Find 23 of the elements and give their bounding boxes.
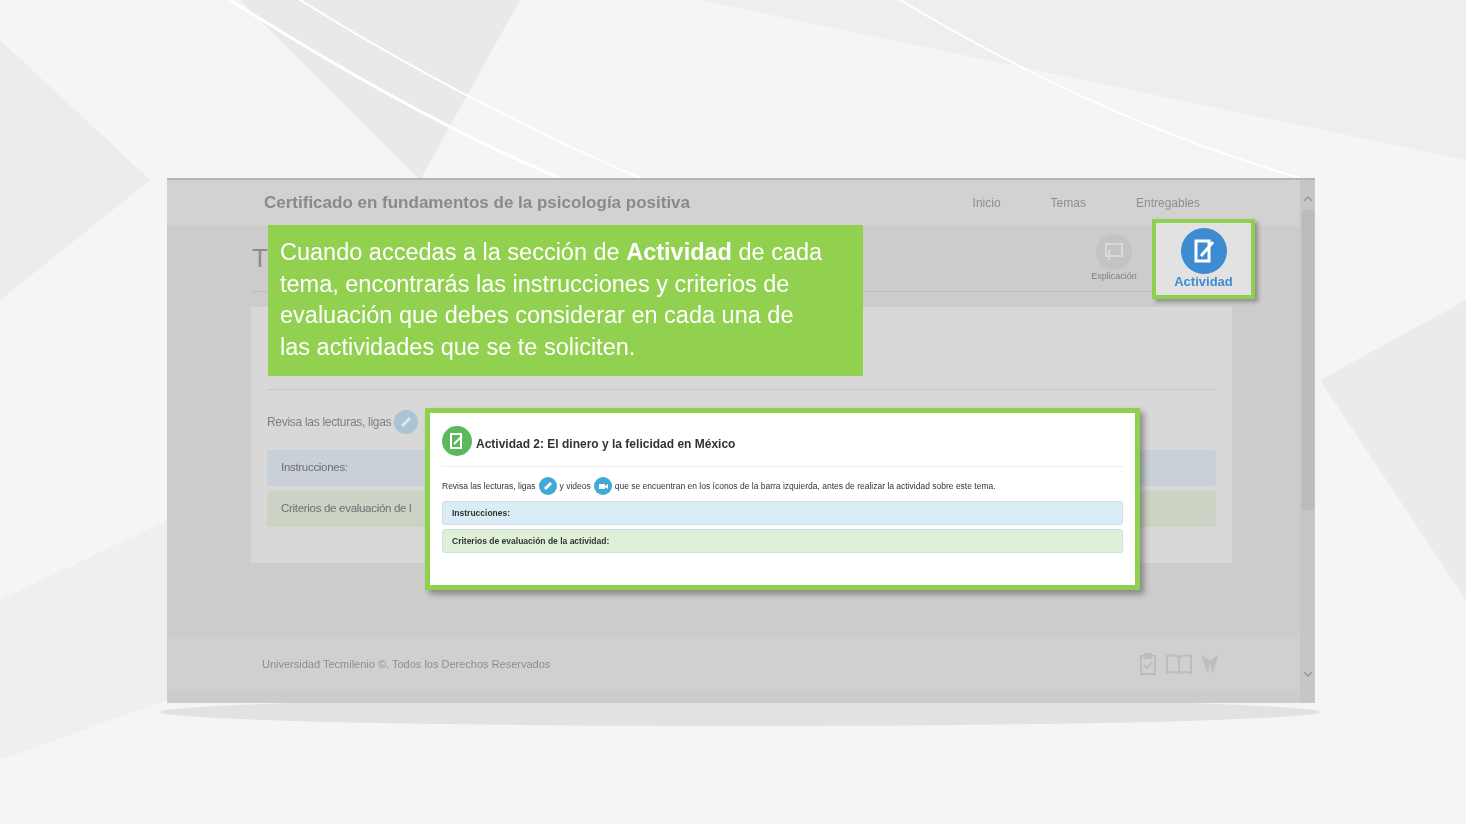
- scroll-up-icon[interactable]: [1302, 196, 1313, 202]
- intro-text: Revisa las lecturas, ligas: [442, 479, 536, 493]
- intro-text: Revisa las lecturas, ligas: [267, 414, 392, 431]
- activity-button[interactable]: Actividad: [1152, 218, 1255, 299]
- intro-text: que se encuentran en los íconos de la barra izquierda, antes de realizar la actividad sobre este tema.: [614, 479, 996, 493]
- scroll-thumb[interactable]: [1301, 210, 1314, 510]
- section-title: T: [252, 242, 268, 275]
- panel-header[interactable]: Instrucciones:: [442, 501, 1123, 525]
- edit-note-icon: [442, 426, 472, 456]
- nav-link[interactable]: Temas: [1050, 194, 1086, 212]
- scrollbar[interactable]: [1300, 180, 1315, 703]
- intro-text: y videos: [559, 479, 591, 493]
- nav-link[interactable]: Inicio: [972, 194, 1001, 212]
- activity-title: Actividad 2: El dinero y la felicidad en México: [476, 436, 736, 453]
- nav-link[interactable]: Entregables: [1135, 194, 1200, 212]
- footer-text: Universidad Tecmilenio ©. Todos los Derechos Reservados: [262, 656, 551, 672]
- site-title: Certificado en fundamentos de la psicología positiva: [264, 192, 691, 215]
- edit-note-icon: [1178, 228, 1229, 274]
- panel-header[interactable]: Criterios de evaluación de la actividad:: [442, 529, 1123, 553]
- explanation-button[interactable]: Explicación: [1086, 233, 1142, 284]
- callout-text: Cuando accedas a la sección de Actividad de cada tema, encontrarás las instrucciones y criterios de evaluación que debes considerar en cada una de las actividades que se te soliciten.: [280, 238, 824, 362]
- video-camera-icon[interactable]: [593, 477, 612, 495]
- scroll-down-icon[interactable]: [1302, 671, 1313, 677]
